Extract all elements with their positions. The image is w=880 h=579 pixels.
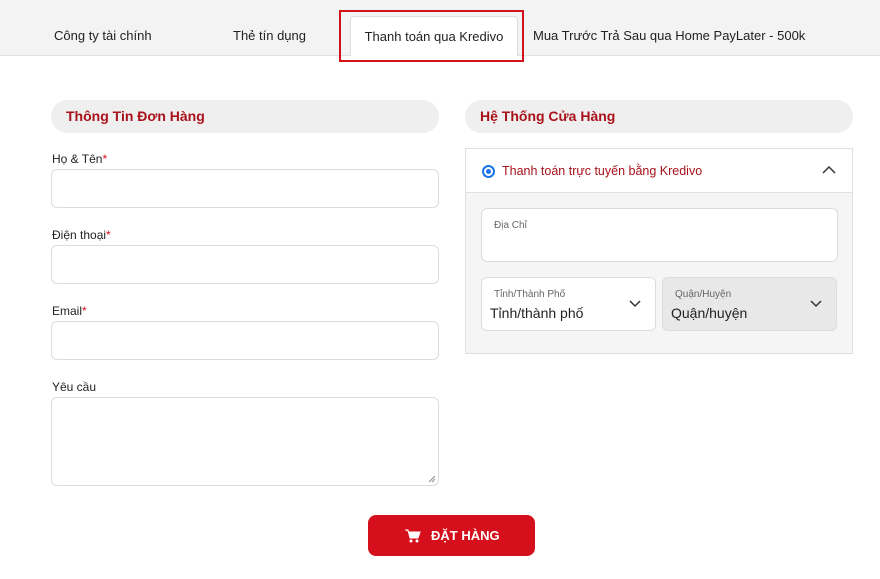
tab-kredivo[interactable]: Thanh toán qua Kredivo <box>350 16 518 56</box>
place-order-button[interactable]: ĐẶT HÀNG <box>368 515 535 556</box>
city-select-label: Tỉnh/Thành Phố <box>494 289 566 300</box>
city-select[interactable]: Tỉnh/Thành Phố Tỉnh/thành phố <box>481 277 656 331</box>
district-select-value: Quận/huyện <box>671 305 748 321</box>
request-textarea[interactable] <box>51 397 439 486</box>
chevron-down-icon <box>629 300 641 308</box>
address-label: Địa Chỉ <box>494 220 527 231</box>
phone-label: Điện thoại* <box>52 228 111 242</box>
request-label: Yêu cầu <box>52 380 97 394</box>
place-order-label: ĐẶT HÀNG <box>431 528 500 543</box>
email-label: Email* <box>52 304 87 318</box>
payment-option-label: Thanh toán trực tuyến bằng Kredivo <box>502 164 703 178</box>
name-input[interactable] <box>51 169 439 208</box>
radio-selected-icon[interactable] <box>482 165 495 178</box>
tab-finance-company[interactable]: Công ty tài chính <box>54 0 152 56</box>
chevron-down-icon <box>810 300 822 308</box>
tab-credit-card[interactable]: Thẻ tín dụng <box>233 0 306 56</box>
tab-home-paylater[interactable]: Mua Trước Trả Sau qua Home PayLater - 50… <box>533 0 805 56</box>
order-info-header: Thông Tin Đơn Hàng <box>51 100 439 133</box>
address-input[interactable]: Địa Chỉ <box>481 208 838 262</box>
store-system-header: Hệ Thống Cửa Hàng <box>465 100 853 133</box>
phone-input[interactable] <box>51 245 439 284</box>
district-select[interactable]: Quận/Huyện Quận/huyện <box>662 277 837 331</box>
resize-handle-icon[interactable] <box>428 475 436 483</box>
name-label: Họ & Tên* <box>52 152 108 166</box>
district-select-label: Quận/Huyện <box>675 289 732 300</box>
email-input[interactable] <box>51 321 439 360</box>
tab-bar: Công ty tài chính Thẻ tín dụng Thanh toá… <box>0 0 880 56</box>
kredivo-payment-panel: Thanh toán trực tuyến bằng Kredivo Địa C… <box>465 148 853 354</box>
city-select-value: Tỉnh/thành phố <box>490 305 584 321</box>
chevron-up-icon[interactable] <box>822 165 836 175</box>
payment-option-header[interactable]: Thanh toán trực tuyến bằng Kredivo <box>466 149 852 193</box>
cart-icon <box>405 529 421 543</box>
